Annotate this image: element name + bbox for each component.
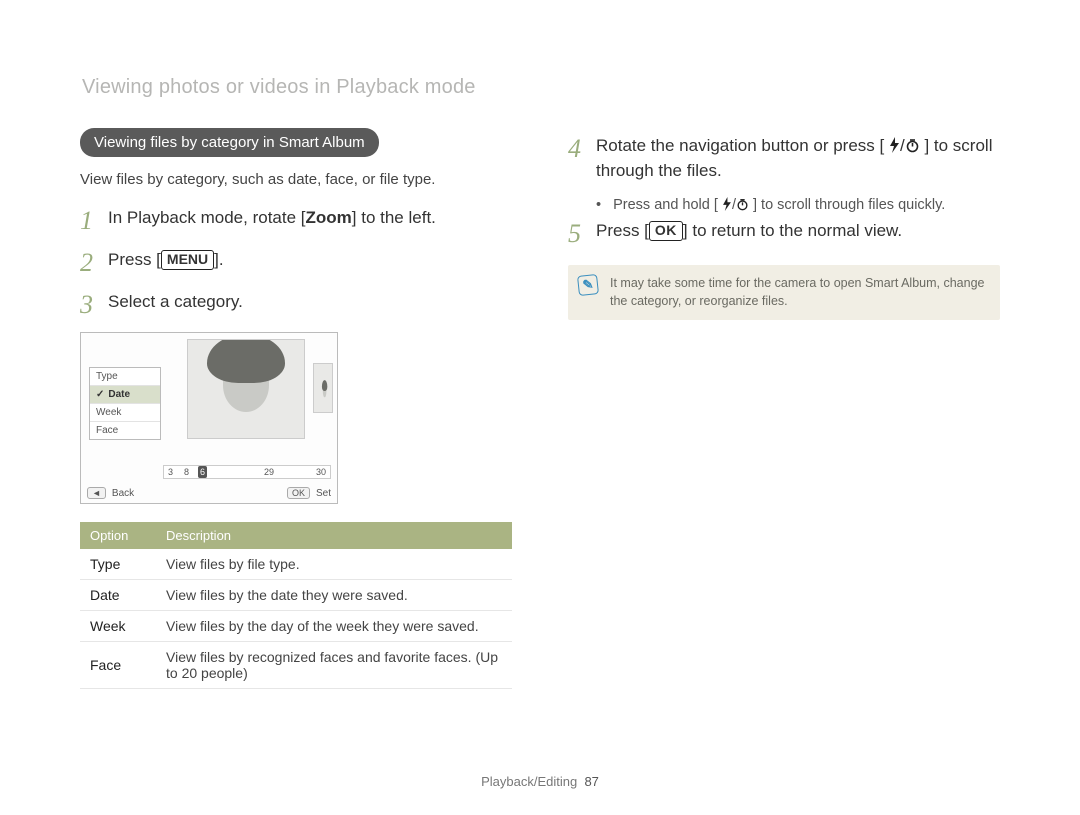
tl-1: 8 [182,466,191,478]
tl-2-selected: 6 [198,466,207,478]
step-number: 5 [568,221,596,247]
step-1-text: In Playback mode, rotate [Zoom] to the l… [108,206,436,231]
table-row: Face View files by recognized faces and … [80,642,512,689]
step-1-pre: In Playback mode, rotate [ [108,208,306,227]
opt-week-desc: View files by the day of the week they w… [156,611,512,642]
menu-item-week: Week [90,404,160,422]
menu-item-face: Face [90,422,160,439]
footer-page: 87 [584,774,598,789]
flash-icon [889,137,900,153]
opt-date: Date [80,580,156,611]
thumbnail-large [187,339,305,439]
step-4-sub: Press and hold [ / ] to scroll through f… [596,197,1000,213]
step-2-pre: Press [ [108,250,161,269]
section-pill: Viewing files by category in Smart Album [80,128,379,157]
step-4-sub-post: ] to scroll through files quickly. [753,197,945,213]
footer-section: Playback/Editing [481,774,577,789]
table-row: Type View files by file type. [80,549,512,580]
step-number: 4 [568,136,596,162]
back-label: Back [112,488,134,499]
note-box: ✎ It may take some time for the camera t… [568,265,1000,320]
camera-screen-illustration: Type Date Week Face 3 8 6 29 30 ◄ Back O… [80,332,338,504]
step-1-zoom: Zoom [306,208,352,227]
step-3-text: Select a category. [108,290,243,315]
step-4-text: Rotate the navigation button or press [ … [596,134,1000,183]
category-menu: Type Date Week Face [89,367,161,440]
opt-face-desc: View files by recognized faces and favor… [156,642,512,689]
opt-type-desc: View files by file type. [156,549,512,580]
thumbnail-small [313,363,333,413]
ok-button-label: OK [649,221,683,241]
step-2-post: ]. [214,250,223,269]
table-row: Date View files by the date they were sa… [80,580,512,611]
left-column: Viewing files by category in Smart Album… [80,78,512,689]
step-4-pre: Rotate the navigation button or press [ [596,136,884,155]
section-lead: View files by category, such as date, fa… [80,171,512,188]
opt-date-desc: View files by the date they were saved. [156,580,512,611]
opt-week: Week [80,611,156,642]
th-description: Description [156,522,512,549]
options-table: Option Description Type View files by fi… [80,522,512,689]
timer-icon [736,198,749,211]
set-label: Set [316,488,331,499]
step-number: 1 [80,208,108,234]
step-2-text: Press [MENU]. [108,248,224,273]
tl-4: 30 [314,466,328,478]
opt-face: Face [80,642,156,689]
page-footer: Playback/Editing 87 [0,774,1080,789]
opt-type: Type [80,549,156,580]
th-option: Option [80,522,156,549]
note-text: It may take some time for the camera to … [610,276,984,308]
timer-icon [905,138,920,153]
step-1-post: ] to the left. [352,208,436,227]
tl-0: 3 [166,466,175,478]
page-title: Viewing photos or videos in Playback mod… [82,76,476,99]
step-5-post: ] to return to the normal view. [683,221,902,240]
flash-icon [722,197,732,211]
menu-button-label: MENU [161,250,214,270]
step-5-pre: Press [ [596,221,649,240]
ok-chip: OK [287,487,310,499]
right-column: 4 Rotate the navigation button or press … [568,78,1000,689]
back-chip-icon: ◄ [87,487,106,499]
table-row: Week View files by the day of the week t… [80,611,512,642]
note-icon: ✎ [577,274,599,296]
step-number: 2 [80,250,108,276]
tl-3: 29 [262,466,276,478]
step-5-text: Press [OK] to return to the normal view. [596,219,902,244]
step-number: 3 [80,292,108,318]
step-4-sub-pre: Press and hold [ [613,197,718,213]
menu-item-type: Type [90,368,160,386]
date-timeline: 3 8 6 29 30 [163,465,331,479]
menu-item-date: Date [90,386,160,404]
